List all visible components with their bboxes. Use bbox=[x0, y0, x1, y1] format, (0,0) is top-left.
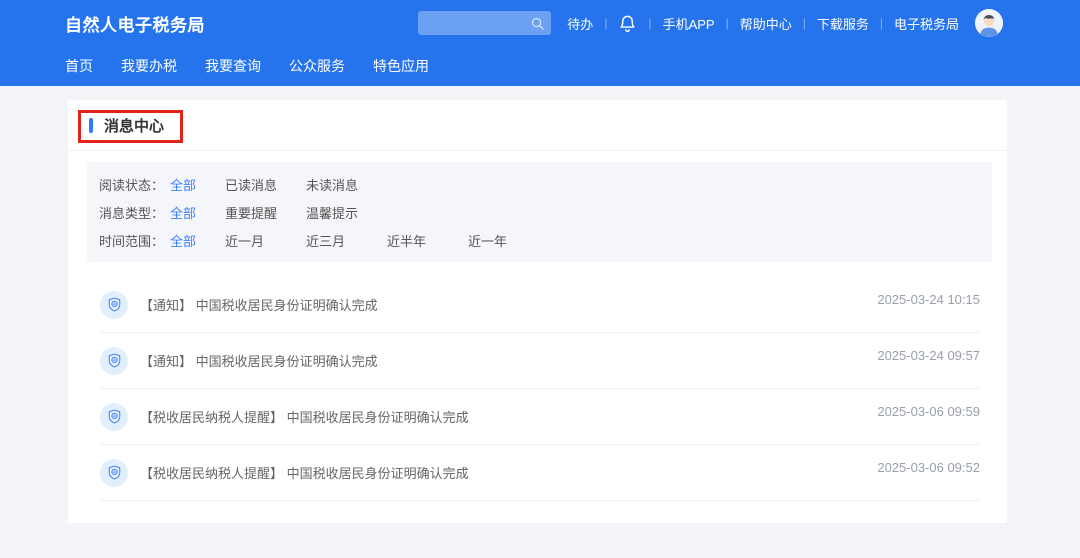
search-input[interactable] bbox=[418, 11, 530, 35]
filter-option[interactable]: 近三月 bbox=[306, 231, 387, 250]
header-links: 手机APP | 帮助中心 | 下载服务 | 电子税务局 bbox=[663, 14, 959, 33]
filter-row: 阅读状态：全部已读消息未读消息 bbox=[99, 170, 992, 198]
filter-option[interactable]: 近一月 bbox=[225, 231, 306, 250]
filter-label: 阅读状态： bbox=[99, 175, 170, 194]
header-link-4[interactable]: 电子税务局 bbox=[894, 14, 959, 33]
app-header: 自然人电子税务局 待办 | | 手机APP | 帮助中心 | 下载服务 | 电子税务局 bbox=[0, 0, 1080, 86]
filter-option[interactable]: 温馨提示 bbox=[306, 203, 387, 222]
message-row[interactable]: 【税收居民纳税人提醒】 中国税收居民身份证明确认完成 2025-03-06 09:… bbox=[100, 445, 980, 501]
filter-row: 时间范围：全部近一月近三月近半年近一年 bbox=[99, 226, 992, 254]
filter-option[interactable]: 全部 bbox=[170, 231, 225, 250]
search-icon[interactable] bbox=[530, 16, 545, 31]
app-title: 自然人电子税务局 bbox=[65, 11, 205, 36]
message-time: 2025-03-06 09:52 bbox=[877, 460, 980, 475]
nav-item-5[interactable]: 特色应用 bbox=[373, 56, 429, 76]
header-link-1[interactable]: 手机APP bbox=[663, 14, 715, 33]
filter-option[interactable]: 重要提醒 bbox=[225, 203, 306, 222]
message-text: 【税收居民纳税人提醒】 中国税收居民身份证明确认完成 bbox=[140, 463, 469, 482]
filter-row: 消息类型：全部重要提醒温馨提示 bbox=[99, 198, 992, 226]
message-text: 【通知】 中国税收居民身份证明确认完成 bbox=[140, 351, 378, 370]
filter-label: 时间范围： bbox=[99, 231, 170, 250]
nav-item-2[interactable]: 我要办税 bbox=[121, 56, 177, 76]
separator: | bbox=[803, 16, 806, 30]
nav-item-3[interactable]: 我要查询 bbox=[205, 56, 261, 76]
message-time: 2025-03-06 09:59 bbox=[877, 404, 980, 419]
filter-option[interactable]: 未读消息 bbox=[306, 175, 387, 194]
message-row[interactable]: 【通知】 中国税收居民身份证明确认完成 2025-03-24 09:57 bbox=[100, 333, 980, 389]
message-list: 【通知】 中国税收居民身份证明确认完成2025-03-24 10:15【通知】 … bbox=[68, 277, 1007, 501]
title-accent-bar bbox=[89, 118, 93, 133]
filter-label: 消息类型： bbox=[99, 203, 170, 222]
avatar[interactable] bbox=[975, 9, 1003, 37]
header-link-3[interactable]: 下载服务 bbox=[817, 14, 869, 33]
header-top-row: 自然人电子税务局 待办 | | 手机APP | 帮助中心 | 下载服务 | 电子税务局 bbox=[0, 0, 1080, 46]
message-time: 2025-03-24 10:15 bbox=[877, 292, 980, 307]
search-box[interactable] bbox=[418, 11, 551, 35]
nav-item-4[interactable]: 公众服务 bbox=[289, 56, 345, 76]
message-center-card: 消息中心 阅读状态：全部已读消息未读消息消息类型：全部重要提醒温馨提示时间范围：… bbox=[68, 100, 1007, 523]
message-time: 2025-03-24 09:57 bbox=[877, 348, 980, 363]
page-body: 消息中心 阅读状态：全部已读消息未读消息消息类型：全部重要提醒温馨提示时间范围：… bbox=[0, 86, 1080, 523]
message-text: 【税收居民纳税人提醒】 中国税收居民身份证明确认完成 bbox=[140, 407, 469, 426]
message-row[interactable]: 【通知】 中国税收居民身份证明确认完成 2025-03-24 10:15 bbox=[100, 277, 980, 333]
separator: | bbox=[648, 16, 651, 30]
message-text: 【通知】 中国税收居民身份证明确认完成 bbox=[140, 295, 378, 314]
filter-option[interactable]: 近半年 bbox=[387, 231, 468, 250]
todo-link[interactable]: 待办 bbox=[567, 14, 593, 33]
filter-option[interactable]: 已读消息 bbox=[225, 175, 306, 194]
filter-option[interactable]: 近一年 bbox=[468, 231, 549, 250]
main-nav: 首页 我要办税 我要查询 公众服务 特色应用 bbox=[0, 46, 1080, 86]
card-title-row: 消息中心 bbox=[68, 100, 1007, 151]
bell-icon[interactable] bbox=[618, 14, 637, 33]
header-link-2[interactable]: 帮助中心 bbox=[740, 14, 792, 33]
filter-option[interactable]: 全部 bbox=[170, 203, 225, 222]
shield-icon bbox=[100, 291, 128, 319]
header-right: 待办 | | 手机APP | 帮助中心 | 下载服务 | 电子税务局 bbox=[418, 9, 1003, 37]
filter-panel: 阅读状态：全部已读消息未读消息消息类型：全部重要提醒温馨提示时间范围：全部近一月… bbox=[87, 162, 992, 262]
page-title: 消息中心 bbox=[104, 115, 164, 136]
shield-icon bbox=[100, 403, 128, 431]
separator: | bbox=[726, 16, 729, 30]
shield-icon bbox=[100, 347, 128, 375]
message-row[interactable]: 【税收居民纳税人提醒】 中国税收居民身份证明确认完成 2025-03-06 09:… bbox=[100, 389, 980, 445]
separator: | bbox=[604, 16, 607, 30]
shield-icon bbox=[100, 459, 128, 487]
nav-item-1[interactable]: 首页 bbox=[65, 56, 93, 76]
filter-option[interactable]: 全部 bbox=[170, 175, 225, 194]
separator: | bbox=[880, 16, 883, 30]
